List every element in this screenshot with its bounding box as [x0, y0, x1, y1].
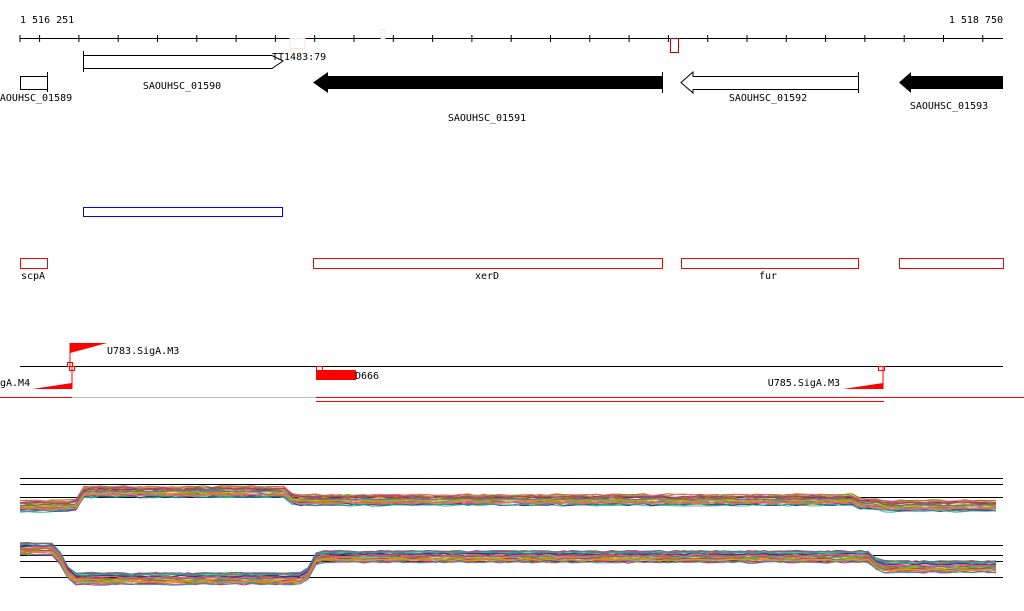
- promoter-label: gA.M4: [0, 378, 30, 389]
- gene-SAOUHSC_01592[interactable]: SAOUHSC_01592: [680, 70, 859, 104]
- promoter-track: U783.SigA.M3 gA.M4 D666 U785.SigA.M3: [0, 343, 1024, 402]
- expression-track-reverse: [19, 541, 1003, 586]
- gene-name: fur: [759, 271, 777, 282]
- blue-feature[interactable]: [83, 207, 283, 217]
- promoter-M4[interactable]: gA.M4: [0, 366, 75, 398]
- gene-SAOUHSC_01589[interactable]: SAOUHSC_01589: [0, 72, 72, 104]
- gene-name: xerD: [475, 271, 499, 282]
- ruler-end-label: 1 518 750: [949, 15, 1003, 26]
- coordinate-ruler: 1 516 251 1 518 750: [19, 15, 1003, 53]
- promoter-D666[interactable]: D666: [316, 366, 1024, 402]
- gene-SAOUHSC_01590[interactable]: SAOUHSC_01590: [83, 51, 284, 92]
- gene-label: SAOUHSC_01589: [0, 93, 72, 104]
- ruler-start-label: 1 516 251: [20, 15, 74, 26]
- gene-label: SAOUHSC_01592: [729, 93, 807, 104]
- gene-label: SAOUHSC_01591: [448, 113, 526, 124]
- gene-name-track: scpA xerD fur: [20, 258, 1004, 282]
- gene-box-scpA[interactable]: [20, 258, 48, 269]
- promoter-label: U783.SigA.M3: [107, 346, 179, 357]
- expression-track-forward: [19, 478, 1003, 513]
- gene-name: scpA: [21, 271, 45, 282]
- promoter-label: U785.SigA.M3: [768, 378, 840, 389]
- faint-marker: [289, 38, 306, 49]
- faint-marker: [380, 29, 386, 39]
- red-marker[interactable]: [670, 38, 679, 53]
- gene-box-fur[interactable]: [681, 258, 859, 269]
- gene-box-xerD[interactable]: [313, 258, 663, 269]
- gene-label: SAOUHSC_01593: [910, 101, 988, 112]
- gene-track: SAOUHSC_01589 SAOUHSC_01590 TT1483:79 SA…: [0, 51, 1003, 124]
- terminator-label: TT1483:79: [272, 52, 326, 63]
- gene-SAOUHSC_01593[interactable]: SAOUHSC_01593: [899, 72, 1003, 112]
- promoter-U783[interactable]: U783.SigA.M3: [67, 343, 180, 367]
- gene-label: SAOUHSC_01590: [143, 81, 221, 92]
- gene-box[interactable]: [899, 258, 1004, 269]
- genome-browser-canvas: 1 516 251 1 518 750 SAOUHSC_01589 SAOUHS…: [0, 15, 1024, 586]
- promoter-U785[interactable]: U785.SigA.M3: [768, 366, 885, 389]
- promoter-label: D666: [355, 371, 379, 382]
- gene-SAOUHSC_01591[interactable]: SAOUHSC_01591: [313, 72, 663, 124]
